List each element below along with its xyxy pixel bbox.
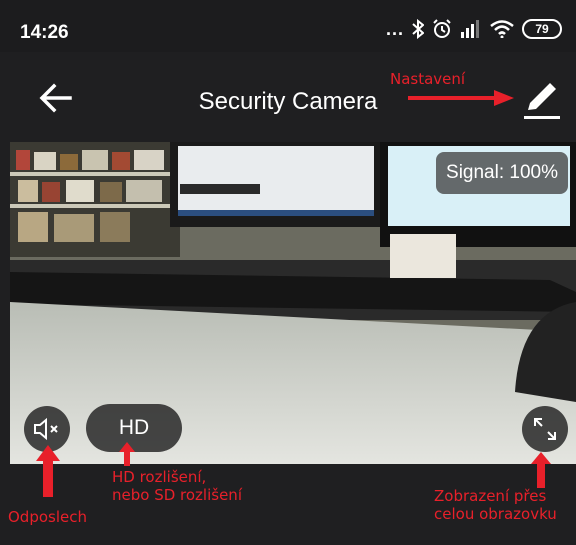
alarm-icon <box>432 19 452 39</box>
fullscreen-annotation-line2: celou obrazovku <box>434 505 557 523</box>
settings-annotation-arrow <box>408 90 514 106</box>
status-time: 14:26 <box>20 22 69 43</box>
settings-edit-button[interactable] <box>520 78 564 122</box>
hd-annotation: HD rozlišení, nebo SD rozlišení <box>112 468 242 504</box>
signal-strength-badge: Signal: 100% <box>436 152 568 194</box>
pencil-icon <box>524 83 560 119</box>
battery-indicator: 79 <box>522 19 562 39</box>
status-icons: ... 79 <box>386 19 562 39</box>
fullscreen-button[interactable] <box>522 406 568 452</box>
listen-annotation: Odposlech <box>8 508 87 526</box>
hd-annotation-line2: nebo SD rozlišení <box>112 486 242 504</box>
hd-annotation-line1: HD rozlišení, <box>112 468 207 486</box>
status-bar: 14:26 ... 79 <box>0 0 576 52</box>
speaker-muted-icon <box>34 417 58 441</box>
wifi-icon <box>490 20 514 38</box>
fullscreen-annotation-arrow <box>531 452 551 488</box>
fullscreen-annotation-line1: Zobrazení přes <box>434 487 547 505</box>
camera-video-feed[interactable]: Signal: 100% HD <box>10 142 576 464</box>
bluetooth-icon <box>412 19 424 39</box>
settings-annotation: Nastavení <box>390 70 466 88</box>
hd-annotation-arrow <box>119 442 135 466</box>
overflow-dots: ... <box>385 19 404 39</box>
listen-annotation-arrow <box>36 445 60 497</box>
fullscreen-annotation: Zobrazení přes celou obrazovku <box>434 487 557 523</box>
fullscreen-icon <box>534 418 556 440</box>
signal-bars-icon <box>460 20 482 38</box>
